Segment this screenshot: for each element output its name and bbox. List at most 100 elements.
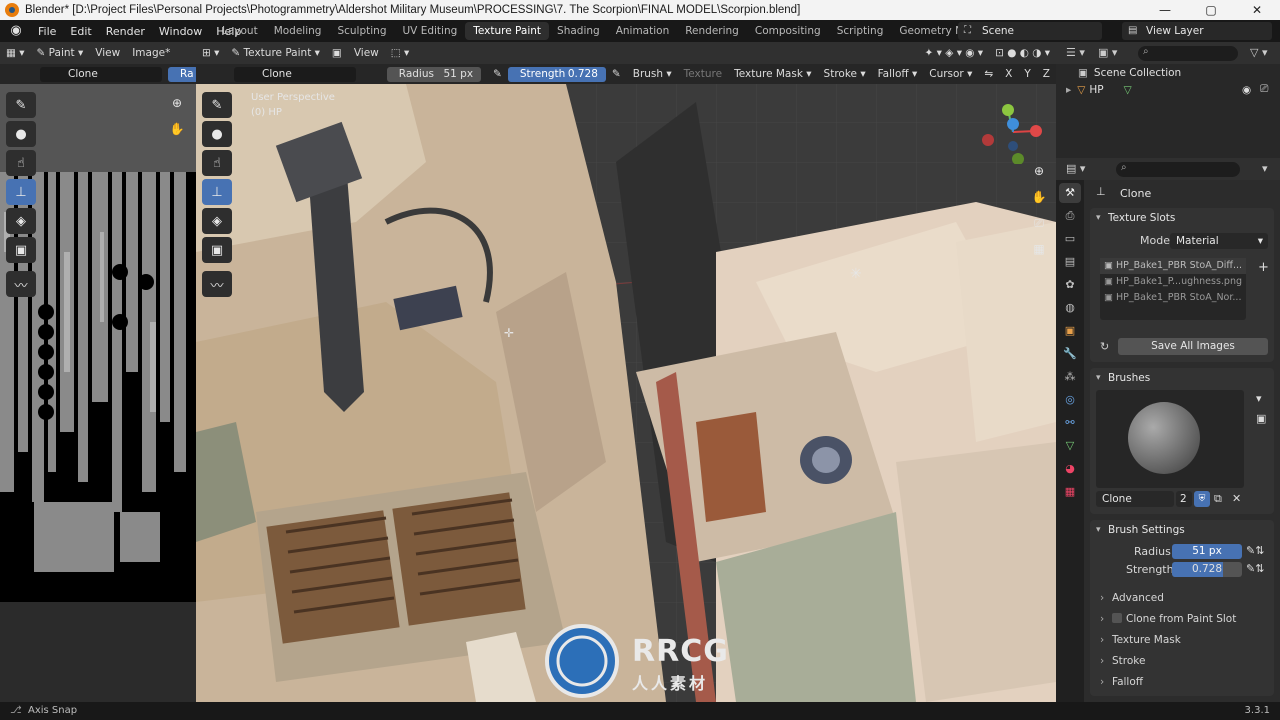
viewport-menu-view[interactable]: View <box>348 47 385 59</box>
tab-sculpting[interactable]: Sculpting <box>329 22 394 40</box>
3d-viewport[interactable]: ⊞ ▾ ✎ Texture Paint ▾ ▣ View ⬚ ▾ ✦ ▾ ◈ ▾… <box>196 42 1056 702</box>
filter-icon[interactable]: ▽ ▾ <box>1250 46 1267 59</box>
mode-dropdown[interactable]: Material ▾ <box>1170 233 1268 249</box>
vp-annotate-tool-icon[interactable]: 〰 <box>202 271 232 297</box>
image-pan-icon[interactable]: ✋ <box>166 118 188 140</box>
strength-pressure-icon-right[interactable]: ✎⇅ <box>1246 562 1264 575</box>
brush-image-icon[interactable]: ▣ <box>1256 412 1266 425</box>
tool-tab-icon[interactable]: ⚒ <box>1059 183 1081 203</box>
save-all-images-button[interactable]: Save All Images <box>1118 338 1268 355</box>
tab-uv-editing[interactable]: UV Editing <box>395 22 466 40</box>
close-button[interactable]: ✕ <box>1234 0 1280 20</box>
visibility-eye-icon[interactable]: ◉ <box>1242 84 1251 96</box>
scene-collection-row[interactable]: ▣ Scene Collection <box>1056 64 1280 81</box>
image-menu-image[interactable]: Image* <box>126 47 176 59</box>
viewport-mode-dropdown[interactable]: ✎ Texture Paint ▾ <box>225 47 326 59</box>
maximize-button[interactable]: ▢ <box>1188 0 1234 20</box>
strength-pressure-icon[interactable]: ✎ <box>606 68 627 80</box>
unlink-brush-icon[interactable]: ✕ <box>1232 492 1241 505</box>
vp-draw-tool-icon[interactable]: ✎ <box>202 92 232 118</box>
axis-x-toggle[interactable]: X <box>999 68 1018 80</box>
ortho-toggle-icon[interactable]: ▦ <box>1028 238 1050 260</box>
radius-pressure-icon[interactable]: ✎ <box>487 68 508 80</box>
menu-window[interactable]: Window <box>152 25 209 38</box>
object-tab-icon[interactable]: ▣ <box>1059 321 1081 341</box>
viewport-zoom-icon[interactable]: ⊕ <box>1028 160 1050 182</box>
image-tool-clone-field[interactable]: Clone <box>40 67 162 82</box>
tab-compositing[interactable]: Compositing <box>747 22 829 40</box>
falloff-subpanel[interactable]: Falloff <box>1090 672 1276 693</box>
blender-menu-icon[interactable]: ◉ <box>8 23 24 39</box>
soften-tool-icon[interactable]: ● <box>6 121 36 147</box>
tab-scripting[interactable]: Scripting <box>829 22 892 40</box>
brush-dropdown[interactable]: Brush ▾ <box>627 68 678 80</box>
texture-slot-item[interactable]: ▣ HP_Bake1_P...ughness.png <box>1100 274 1246 290</box>
scene-tab-icon[interactable]: ✿ <box>1059 275 1081 295</box>
vp-mask-tool-icon[interactable]: ▣ <box>202 237 232 263</box>
camera-view-icon[interactable]: ⎚ <box>1028 212 1050 234</box>
display-mode-icon[interactable]: ▣ ▾ <box>1098 46 1117 59</box>
tab-rendering[interactable]: Rendering <box>677 22 747 40</box>
paint-mode-dropdown[interactable]: ✎ Paint ▾ <box>31 47 90 59</box>
outliner-object-row[interactable]: ▸ ▽ HP ▽ ◉ ⎚ <box>1056 81 1280 98</box>
vp-clone-tool-icon[interactable]: ⊥ <box>202 179 232 205</box>
minimize-button[interactable]: — <box>1142 0 1188 20</box>
render-camera-icon[interactable]: ⎚ <box>1260 83 1268 96</box>
navigation-gizmo[interactable] <box>978 94 1048 164</box>
expand-arrow-icon[interactable]: ▸ <box>1066 84 1071 96</box>
brushes-header[interactable]: Brushes <box>1090 368 1274 388</box>
outliner-search-input[interactable]: ⌕ <box>1138 46 1238 61</box>
scene-selector[interactable]: ⛶ Scene <box>958 22 1102 40</box>
properties-type-icon[interactable]: ▤ ▾ <box>1066 162 1085 175</box>
draw-tool-icon[interactable]: ✎ <box>6 92 36 118</box>
tab-layout[interactable]: Layout <box>214 22 266 40</box>
texture-tab-icon[interactable]: ▦ <box>1059 482 1081 502</box>
vp-fill-tool-icon[interactable]: ◈ <box>202 208 232 234</box>
axis-y-toggle[interactable]: Y <box>1018 68 1036 80</box>
add-slot-button[interactable]: + <box>1258 260 1269 275</box>
brush-name-field[interactable]: Clone <box>1096 491 1174 507</box>
tab-modeling[interactable]: Modeling <box>266 22 330 40</box>
brush-users-count[interactable]: 2 <box>1176 491 1192 507</box>
tab-shading[interactable]: Shading <box>549 22 608 40</box>
render-tab-icon[interactable]: ⎙ <box>1059 206 1081 226</box>
annotate-tool-icon[interactable]: 〰 <box>6 271 36 297</box>
view-layer-tab-icon[interactable]: ▤ <box>1059 252 1081 272</box>
strength-slider[interactable]: 0.728 <box>1172 562 1242 577</box>
smear-tool-icon[interactable]: ☝ <box>6 150 36 176</box>
overlay-toggles-icon[interactable]: ✦ ▾ ◈ ▾ ◉ ▾ <box>919 47 990 59</box>
tab-animation[interactable]: Animation <box>608 22 678 40</box>
falloff-dropdown[interactable]: Falloff ▾ <box>872 68 924 80</box>
brush-browse-icon[interactable]: ▾ <box>1256 392 1262 405</box>
data-tab-icon[interactable]: ▽ <box>1059 436 1081 456</box>
viewport-tool-clone-field[interactable]: Clone <box>234 67 356 82</box>
output-tab-icon[interactable]: ▭ <box>1059 229 1081 249</box>
viewport-radius-slider[interactable]: Radius 51 px <box>386 66 482 82</box>
properties-search-input[interactable]: ⌕ <box>1116 162 1240 177</box>
outliner-type-icon[interactable]: ☰ ▾ <box>1066 46 1085 59</box>
viewport-strength-slider[interactable]: Strength 0.728 <box>507 66 606 82</box>
symmetry-icon[interactable]: ⇋ <box>978 68 999 80</box>
properties-options-icon[interactable]: ▾ <box>1262 162 1268 175</box>
modifier-tab-icon[interactable]: 🔧 <box>1059 344 1081 364</box>
fake-user-shield-icon[interactable]: ⛨ <box>1194 491 1210 507</box>
texture-dropdown[interactable]: Texture <box>678 68 728 80</box>
clone-from-slot-subpanel[interactable]: Clone from Paint Slot <box>1090 609 1276 630</box>
image-menu-view[interactable]: View <box>89 47 126 59</box>
viewport-editor-type[interactable]: ⊞ ▾ <box>196 47 225 59</box>
axis-z-toggle[interactable]: Z <box>1037 68 1056 80</box>
shading-modes-icon[interactable]: ⊡ ● ◐ ◑ ▾ <box>989 47 1056 59</box>
image-radius-slider[interactable]: Ra <box>168 67 196 82</box>
image-zoom-icon[interactable]: ⊕ <box>166 92 188 114</box>
editor-type-icon[interactable]: ▦ ▾ <box>0 47 31 59</box>
radius-slider[interactable]: 51 px <box>1172 544 1242 559</box>
menu-render[interactable]: Render <box>99 25 152 38</box>
world-tab-icon[interactable]: ◍ <box>1059 298 1081 318</box>
brush-settings-header[interactable]: Brush Settings <box>1090 520 1274 540</box>
physics-tab-icon[interactable]: ◎ <box>1059 390 1081 410</box>
menu-file[interactable]: File <box>31 25 63 38</box>
texture-slot-item[interactable]: ▣ HP_Bake1_PBR StoA_Diff... <box>1100 258 1246 274</box>
viewport-pan-icon[interactable]: ✋ <box>1028 186 1050 208</box>
texture-slots-header[interactable]: Texture Slots <box>1090 208 1274 228</box>
texture-slot-list[interactable]: ▣ HP_Bake1_PBR StoA_Diff... ▣ HP_Bake1_P..… <box>1100 258 1246 320</box>
